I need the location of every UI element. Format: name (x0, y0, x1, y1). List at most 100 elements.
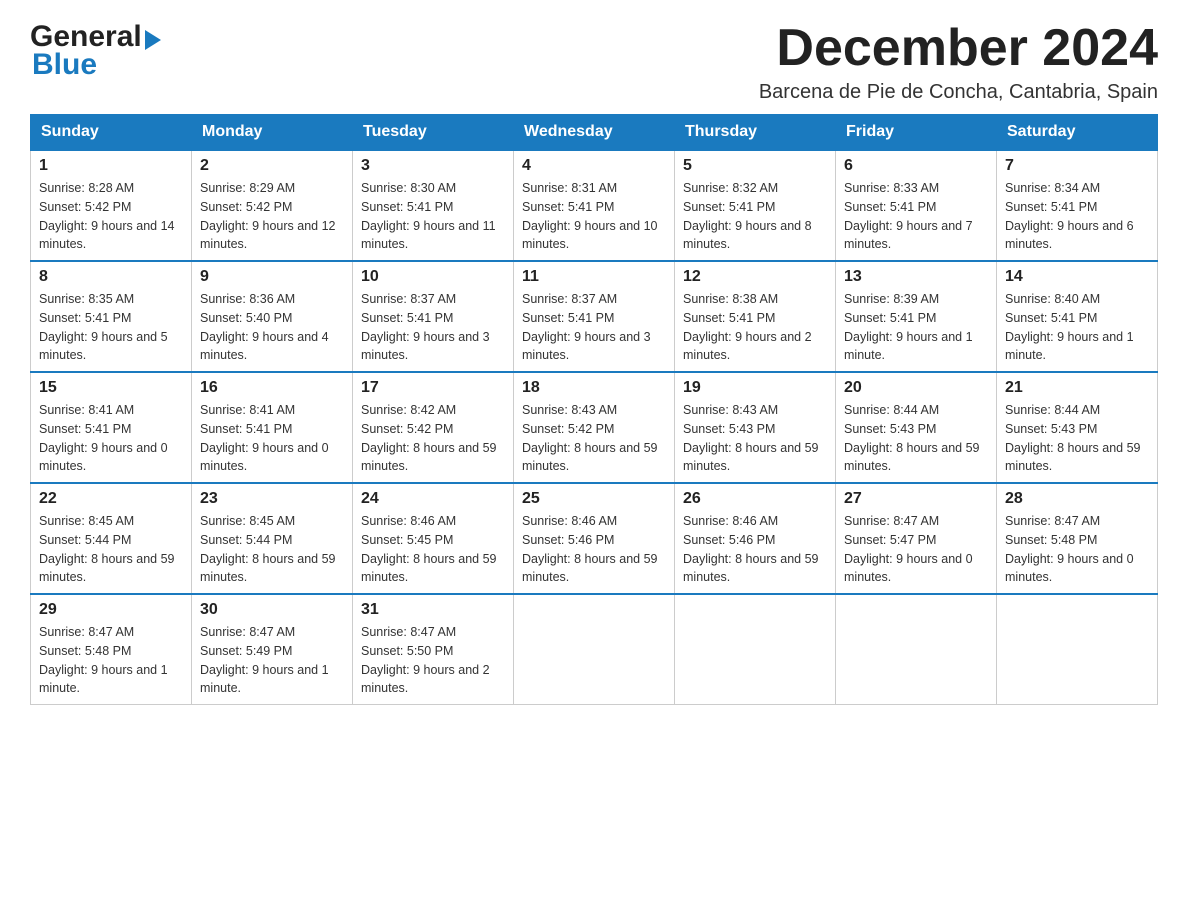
day-info: Sunrise: 8:44 AMSunset: 5:43 PMDaylight:… (844, 403, 980, 473)
calendar-day-cell (836, 594, 997, 705)
calendar-header-monday: Monday (192, 115, 353, 151)
calendar-day-cell: 10 Sunrise: 8:37 AMSunset: 5:41 PMDaylig… (353, 261, 514, 372)
day-info: Sunrise: 8:47 AMSunset: 5:48 PMDaylight:… (39, 625, 168, 695)
calendar-week-row: 1 Sunrise: 8:28 AMSunset: 5:42 PMDayligh… (31, 150, 1158, 261)
calendar-day-cell: 6 Sunrise: 8:33 AMSunset: 5:41 PMDayligh… (836, 150, 997, 261)
calendar-day-cell: 2 Sunrise: 8:29 AMSunset: 5:42 PMDayligh… (192, 150, 353, 261)
calendar-day-cell: 24 Sunrise: 8:46 AMSunset: 5:45 PMDaylig… (353, 483, 514, 594)
day-info: Sunrise: 8:35 AMSunset: 5:41 PMDaylight:… (39, 292, 168, 362)
day-info: Sunrise: 8:47 AMSunset: 5:49 PMDaylight:… (200, 625, 329, 695)
day-info: Sunrise: 8:45 AMSunset: 5:44 PMDaylight:… (39, 514, 175, 584)
calendar-day-cell: 4 Sunrise: 8:31 AMSunset: 5:41 PMDayligh… (514, 150, 675, 261)
day-info: Sunrise: 8:41 AMSunset: 5:41 PMDaylight:… (200, 403, 329, 473)
calendar-day-cell: 25 Sunrise: 8:46 AMSunset: 5:46 PMDaylig… (514, 483, 675, 594)
logo-blue-text: Blue (32, 48, 161, 82)
day-number: 26 (683, 490, 827, 508)
calendar-header-friday: Friday (836, 115, 997, 151)
calendar-day-cell: 14 Sunrise: 8:40 AMSunset: 5:41 PMDaylig… (997, 261, 1158, 372)
calendar-header-thursday: Thursday (675, 115, 836, 151)
day-info: Sunrise: 8:42 AMSunset: 5:42 PMDaylight:… (361, 403, 497, 473)
day-info: Sunrise: 8:37 AMSunset: 5:41 PMDaylight:… (361, 292, 490, 362)
calendar-day-cell: 13 Sunrise: 8:39 AMSunset: 5:41 PMDaylig… (836, 261, 997, 372)
day-number: 25 (522, 490, 666, 508)
day-number: 8 (39, 268, 183, 286)
calendar-day-cell: 27 Sunrise: 8:47 AMSunset: 5:47 PMDaylig… (836, 483, 997, 594)
day-number: 31 (361, 601, 505, 619)
day-info: Sunrise: 8:47 AMSunset: 5:48 PMDaylight:… (1005, 514, 1134, 584)
day-info: Sunrise: 8:47 AMSunset: 5:50 PMDaylight:… (361, 625, 490, 695)
calendar-day-cell: 12 Sunrise: 8:38 AMSunset: 5:41 PMDaylig… (675, 261, 836, 372)
day-number: 22 (39, 490, 183, 508)
calendar-day-cell: 1 Sunrise: 8:28 AMSunset: 5:42 PMDayligh… (31, 150, 192, 261)
calendar-day-cell: 23 Sunrise: 8:45 AMSunset: 5:44 PMDaylig… (192, 483, 353, 594)
day-info: Sunrise: 8:37 AMSunset: 5:41 PMDaylight:… (522, 292, 651, 362)
day-number: 6 (844, 157, 988, 175)
calendar-day-cell: 29 Sunrise: 8:47 AMSunset: 5:48 PMDaylig… (31, 594, 192, 705)
day-info: Sunrise: 8:32 AMSunset: 5:41 PMDaylight:… (683, 181, 812, 251)
calendar-week-row: 29 Sunrise: 8:47 AMSunset: 5:48 PMDaylig… (31, 594, 1158, 705)
day-info: Sunrise: 8:34 AMSunset: 5:41 PMDaylight:… (1005, 181, 1134, 251)
day-number: 28 (1005, 490, 1149, 508)
calendar-day-cell: 26 Sunrise: 8:46 AMSunset: 5:46 PMDaylig… (675, 483, 836, 594)
calendar-day-cell: 15 Sunrise: 8:41 AMSunset: 5:41 PMDaylig… (31, 372, 192, 483)
day-number: 11 (522, 268, 666, 286)
day-number: 2 (200, 157, 344, 175)
month-title: December 2024 (759, 20, 1158, 77)
day-info: Sunrise: 8:46 AMSunset: 5:45 PMDaylight:… (361, 514, 497, 584)
calendar-day-cell: 16 Sunrise: 8:41 AMSunset: 5:41 PMDaylig… (192, 372, 353, 483)
day-info: Sunrise: 8:38 AMSunset: 5:41 PMDaylight:… (683, 292, 812, 362)
day-info: Sunrise: 8:47 AMSunset: 5:47 PMDaylight:… (844, 514, 973, 584)
day-info: Sunrise: 8:30 AMSunset: 5:41 PMDaylight:… (361, 181, 496, 251)
day-number: 23 (200, 490, 344, 508)
day-number: 27 (844, 490, 988, 508)
calendar-day-cell: 17 Sunrise: 8:42 AMSunset: 5:42 PMDaylig… (353, 372, 514, 483)
calendar-table: SundayMondayTuesdayWednesdayThursdayFrid… (30, 114, 1158, 705)
calendar-header-tuesday: Tuesday (353, 115, 514, 151)
calendar-day-cell: 30 Sunrise: 8:47 AMSunset: 5:49 PMDaylig… (192, 594, 353, 705)
day-info: Sunrise: 8:39 AMSunset: 5:41 PMDaylight:… (844, 292, 973, 362)
day-info: Sunrise: 8:33 AMSunset: 5:41 PMDaylight:… (844, 181, 973, 251)
day-number: 30 (200, 601, 344, 619)
day-number: 15 (39, 379, 183, 397)
calendar-week-row: 22 Sunrise: 8:45 AMSunset: 5:44 PMDaylig… (31, 483, 1158, 594)
calendar-day-cell (675, 594, 836, 705)
calendar-week-row: 15 Sunrise: 8:41 AMSunset: 5:41 PMDaylig… (31, 372, 1158, 483)
calendar-day-cell: 18 Sunrise: 8:43 AMSunset: 5:42 PMDaylig… (514, 372, 675, 483)
day-number: 1 (39, 157, 183, 175)
day-number: 3 (361, 157, 505, 175)
day-info: Sunrise: 8:45 AMSunset: 5:44 PMDaylight:… (200, 514, 336, 584)
day-info: Sunrise: 8:29 AMSunset: 5:42 PMDaylight:… (200, 181, 336, 251)
title-area: December 2024 Barcena de Pie de Concha, … (759, 20, 1158, 104)
day-number: 24 (361, 490, 505, 508)
calendar-day-cell: 28 Sunrise: 8:47 AMSunset: 5:48 PMDaylig… (997, 483, 1158, 594)
calendar-day-cell: 19 Sunrise: 8:43 AMSunset: 5:43 PMDaylig… (675, 372, 836, 483)
day-number: 19 (683, 379, 827, 397)
day-number: 21 (1005, 379, 1149, 397)
calendar-day-cell: 7 Sunrise: 8:34 AMSunset: 5:41 PMDayligh… (997, 150, 1158, 261)
day-number: 10 (361, 268, 505, 286)
day-number: 5 (683, 157, 827, 175)
day-info: Sunrise: 8:40 AMSunset: 5:41 PMDaylight:… (1005, 292, 1134, 362)
logo: General Blue (30, 20, 161, 82)
day-number: 13 (844, 268, 988, 286)
day-info: Sunrise: 8:44 AMSunset: 5:43 PMDaylight:… (1005, 403, 1141, 473)
day-info: Sunrise: 8:36 AMSunset: 5:40 PMDaylight:… (200, 292, 329, 362)
calendar-day-cell: 9 Sunrise: 8:36 AMSunset: 5:40 PMDayligh… (192, 261, 353, 372)
day-number: 18 (522, 379, 666, 397)
day-number: 16 (200, 379, 344, 397)
day-number: 7 (1005, 157, 1149, 175)
day-number: 20 (844, 379, 988, 397)
day-info: Sunrise: 8:46 AMSunset: 5:46 PMDaylight:… (683, 514, 819, 584)
day-number: 17 (361, 379, 505, 397)
calendar-day-cell: 3 Sunrise: 8:30 AMSunset: 5:41 PMDayligh… (353, 150, 514, 261)
calendar-day-cell: 5 Sunrise: 8:32 AMSunset: 5:41 PMDayligh… (675, 150, 836, 261)
day-info: Sunrise: 8:28 AMSunset: 5:42 PMDaylight:… (39, 181, 175, 251)
calendar-week-row: 8 Sunrise: 8:35 AMSunset: 5:41 PMDayligh… (31, 261, 1158, 372)
page-header: General Blue December 2024 Barcena de Pi… (30, 20, 1158, 104)
location-text: Barcena de Pie de Concha, Cantabria, Spa… (759, 81, 1158, 104)
calendar-header-saturday: Saturday (997, 115, 1158, 151)
calendar-day-cell: 31 Sunrise: 8:47 AMSunset: 5:50 PMDaylig… (353, 594, 514, 705)
calendar-header-sunday: Sunday (31, 115, 192, 151)
calendar-day-cell (997, 594, 1158, 705)
calendar-header-wednesday: Wednesday (514, 115, 675, 151)
